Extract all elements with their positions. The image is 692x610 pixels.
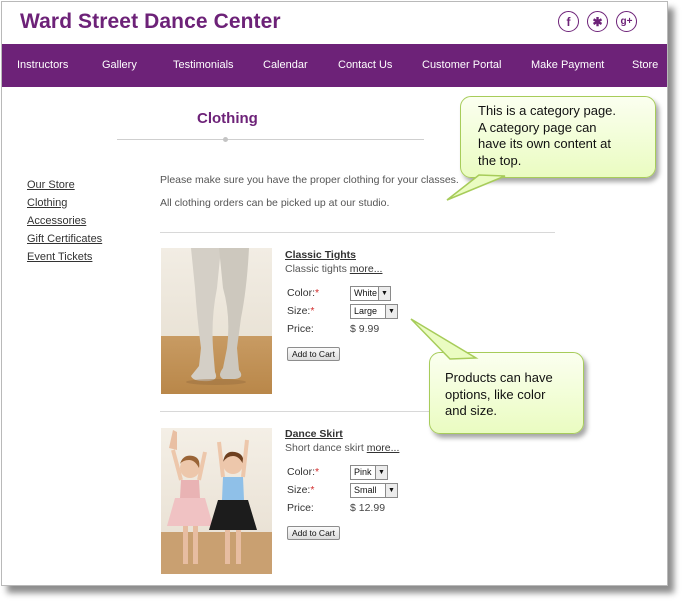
- callout-line: have its own content at: [478, 136, 611, 151]
- price-value: $ 12.99: [350, 502, 386, 514]
- size-select[interactable]: Large ▼: [350, 304, 398, 319]
- sidebar-item-accessories[interactable]: Accessories: [27, 215, 86, 227]
- add-to-cart-button[interactable]: Add to Cart: [287, 526, 340, 540]
- callout-line: Products can have: [445, 370, 553, 385]
- chevron-down-icon: ▼: [385, 484, 397, 497]
- facebook-icon[interactable]: f: [558, 11, 579, 32]
- site-title[interactable]: Ward Street Dance Center: [20, 10, 281, 34]
- heading-divider-dot: [223, 137, 228, 142]
- product-description: Classic tights more...: [285, 263, 382, 275]
- product-image-dance-skirt[interactable]: [161, 428, 272, 574]
- required-mark: *: [310, 305, 315, 317]
- nav-item-store[interactable]: Store: [632, 59, 658, 71]
- category-intro-line-1: Please make sure you have the proper clo…: [160, 174, 459, 186]
- callout-pointer: [446, 174, 506, 201]
- color-select-value: Pink: [354, 467, 372, 477]
- size-label-text: Size:: [287, 305, 311, 317]
- size-label: Size:*: [287, 484, 314, 496]
- nav-item-contact-us[interactable]: Contact Us: [338, 59, 392, 71]
- callout-line: This is a category page.: [478, 103, 617, 118]
- chevron-down-icon: ▼: [378, 287, 390, 300]
- yelp-icon[interactable]: ✱: [587, 11, 608, 32]
- required-mark: *: [310, 484, 315, 496]
- price-label: Price:: [287, 502, 314, 514]
- color-select[interactable]: White ▼: [350, 286, 391, 301]
- callout-line: options, like color: [445, 386, 546, 402]
- chevron-down-icon: ▼: [385, 305, 397, 318]
- callout-pointer: [410, 318, 479, 360]
- nav-item-instructors[interactable]: Instructors: [17, 59, 68, 71]
- product-description-text: Short dance skirt: [285, 442, 364, 454]
- price-label: Price:: [287, 323, 314, 335]
- color-label-text: Color:: [287, 287, 316, 299]
- nav-item-testimonials[interactable]: Testimonials: [173, 59, 234, 71]
- color-select[interactable]: Pink ▼: [350, 465, 388, 480]
- size-select[interactable]: Small ▼: [350, 483, 398, 498]
- heading-divider: [117, 139, 424, 140]
- nav-item-calendar[interactable]: Calendar: [263, 59, 308, 71]
- color-select-value: White: [354, 288, 378, 298]
- color-label-text: Color:: [287, 466, 316, 478]
- sidebar-item-event-tickets[interactable]: Event Tickets: [27, 251, 92, 263]
- product-title-dance-skirt[interactable]: Dance Skirt: [285, 428, 343, 440]
- more-link[interactable]: more...: [350, 263, 383, 275]
- required-mark: *: [315, 287, 320, 299]
- sidebar-item-our-store[interactable]: Our Store: [27, 179, 75, 191]
- product-description-text: Classic tights: [285, 263, 347, 275]
- product-image-classic-tights[interactable]: [161, 248, 272, 394]
- required-mark: *: [315, 466, 320, 478]
- color-label: Color:*: [287, 287, 319, 299]
- more-link[interactable]: more...: [367, 442, 400, 454]
- add-to-cart-button[interactable]: Add to Cart: [287, 347, 340, 361]
- sidebar-item-gift-certificates[interactable]: Gift Certificates: [27, 233, 102, 245]
- main-nav: Instructors Gallery Testimonials Calenda…: [2, 44, 667, 87]
- price-value: $ 9.99: [350, 323, 380, 335]
- chevron-down-icon: ▼: [375, 466, 387, 479]
- browser-viewport: Ward Street Dance Center f ✱ g+ Instruct…: [1, 1, 668, 586]
- color-label: Color:*: [287, 466, 319, 478]
- size-select-value: Large: [354, 306, 378, 316]
- product-description: Short dance skirt more...: [285, 442, 399, 454]
- page-title: Clothing: [197, 110, 258, 127]
- nav-item-customer-portal[interactable]: Customer Portal: [422, 59, 501, 71]
- size-select-value: Small: [354, 485, 377, 495]
- product-title-classic-tights[interactable]: Classic Tights: [285, 249, 356, 261]
- sidebar-item-clothing[interactable]: Clothing: [27, 197, 67, 209]
- nav-item-make-payment[interactable]: Make Payment: [531, 59, 604, 71]
- callout-line: the top.: [478, 152, 522, 168]
- category-page-callout: This is a category page. A category page…: [446, 96, 656, 201]
- nav-item-gallery[interactable]: Gallery: [102, 59, 137, 71]
- callout-line: and size.: [445, 403, 498, 418]
- size-label: Size:*: [287, 305, 314, 317]
- callout-line: A category page can: [478, 119, 597, 135]
- section-divider: [160, 232, 555, 233]
- product-options-callout: Products can have options, like color an…: [410, 318, 584, 434]
- category-intro-line-2: All clothing orders can be picked up at …: [160, 197, 390, 209]
- google-plus-icon[interactable]: g+: [616, 11, 637, 32]
- size-label-text: Size:: [287, 484, 311, 496]
